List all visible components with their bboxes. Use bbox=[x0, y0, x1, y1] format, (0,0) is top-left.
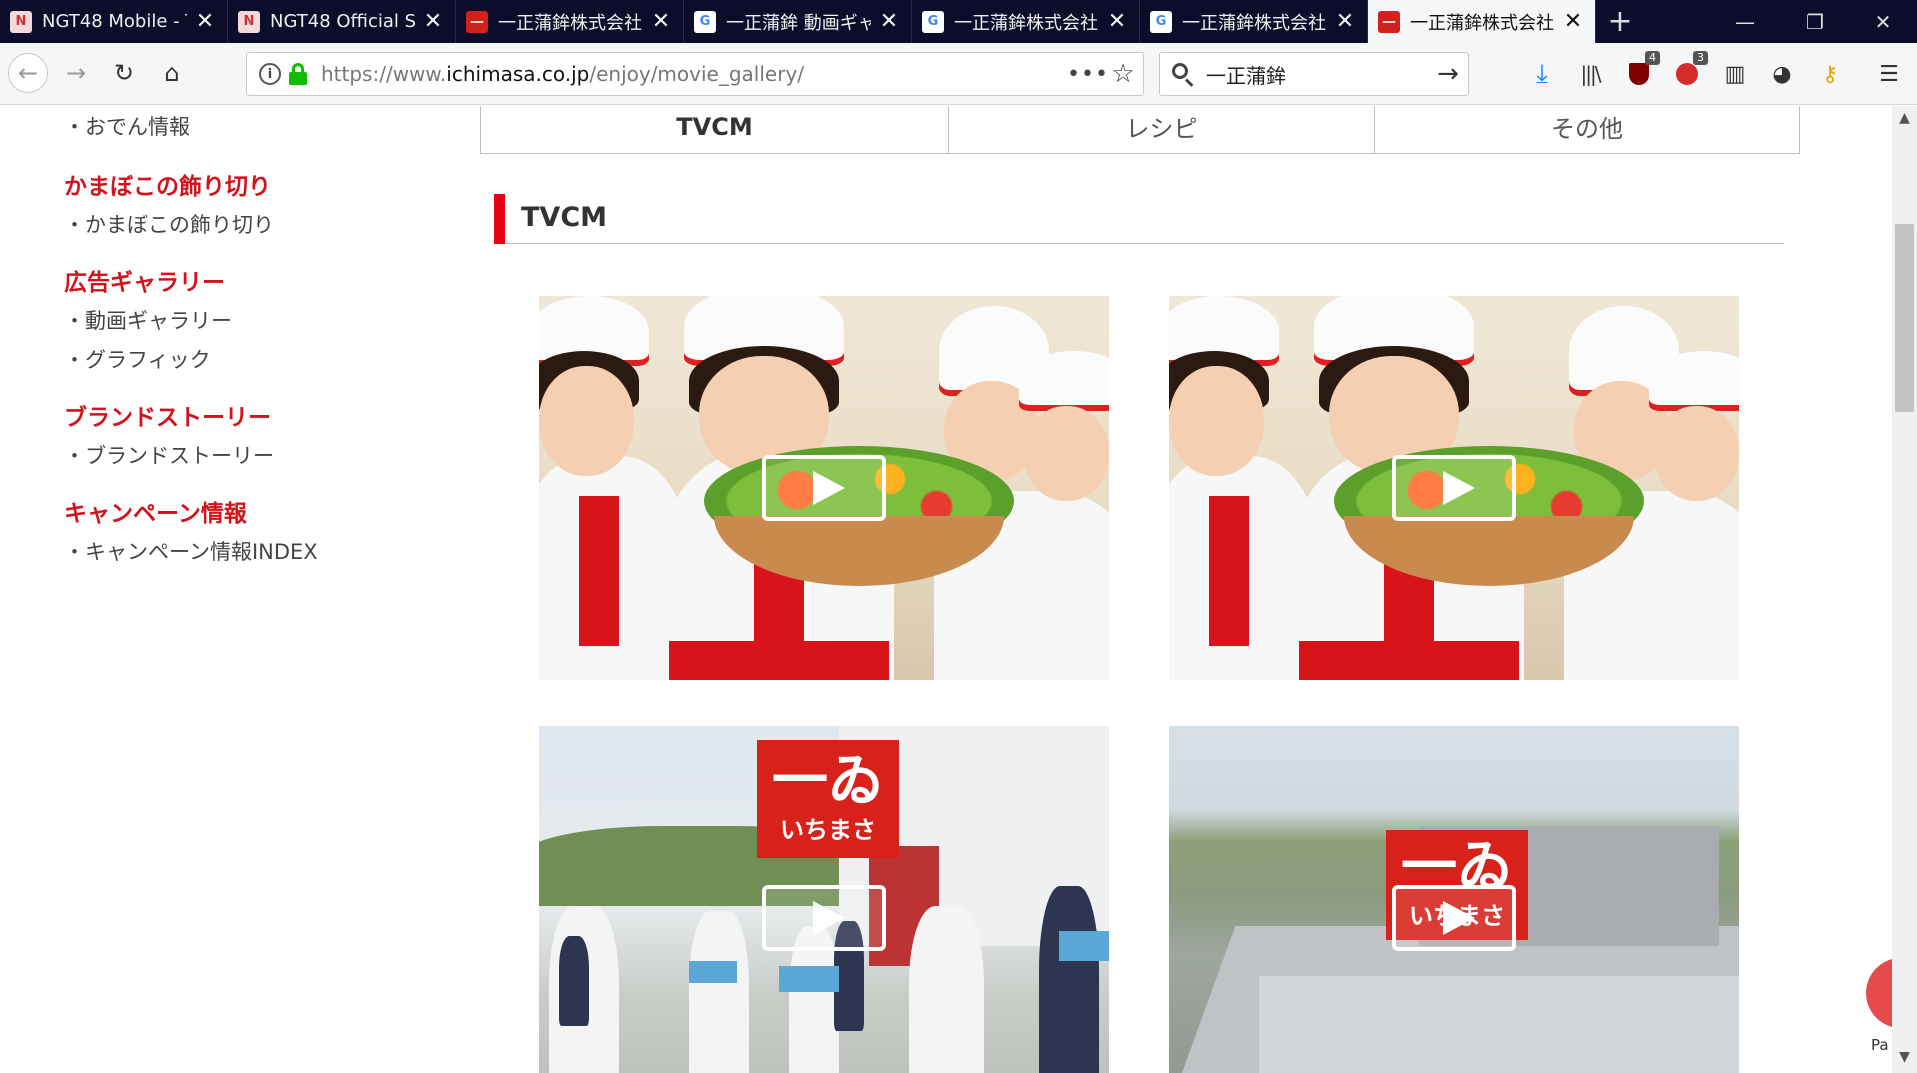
tab-tvcm[interactable]: TVCM bbox=[481, 106, 949, 153]
restore-icon[interactable]: ❐ bbox=[1780, 0, 1850, 43]
close-tab-icon[interactable]: ✕ bbox=[421, 9, 445, 34]
ichimasa-favicon-icon: 一 bbox=[1378, 10, 1400, 33]
adblock-badge: 3 bbox=[1693, 51, 1708, 65]
url-host: ichimasa.co.jp bbox=[446, 62, 590, 86]
browser-tab-4[interactable]: G 一正蒲鉾 動画ギャ ✕ bbox=[684, 0, 912, 43]
logo-text: いちまさ bbox=[780, 815, 876, 844]
scroll-up-arrow-icon[interactable]: ▲ bbox=[1892, 110, 1917, 130]
search-icon bbox=[1170, 61, 1196, 87]
close-tab-icon[interactable]: ✕ bbox=[1333, 9, 1357, 34]
tab-strip: N NGT48 Mobile - T ✕ N NGT48 Official Si… bbox=[0, 0, 1917, 43]
downloads-icon[interactable]: ⤓ bbox=[1525, 57, 1559, 91]
lock-icon bbox=[289, 63, 307, 85]
ublock-badge: 4 bbox=[1645, 51, 1660, 65]
close-tab-icon[interactable]: ✕ bbox=[877, 9, 901, 34]
reload-icon[interactable]: ↻ bbox=[104, 53, 144, 93]
close-tab-icon[interactable]: ✕ bbox=[1561, 9, 1585, 34]
play-icon[interactable] bbox=[762, 885, 886, 951]
sidebar-link-kazarigiri[interactable]: かまぼこの飾り切り bbox=[64, 209, 274, 239]
video-thumbnail-3[interactable]: 一ゐ いちまさ bbox=[539, 726, 1109, 1073]
sidebar-heading-campaign[interactable]: キャンペーン情報 bbox=[64, 494, 247, 528]
category-tabs: TVCM レシピ その他 bbox=[480, 106, 1800, 154]
url-text[interactable]: https://www.ichimasa.co.jp/enjoy/movie_g… bbox=[321, 62, 1067, 86]
google-favicon-icon: G bbox=[1150, 10, 1172, 33]
sidebar-link-campaign-index[interactable]: キャンペーン情報INDEX bbox=[64, 536, 318, 566]
ublock-icon[interactable]: 4 bbox=[1622, 51, 1660, 91]
close-tab-icon[interactable]: ✕ bbox=[193, 9, 217, 34]
sidebar-link-oden[interactable]: おでん情報 bbox=[64, 111, 190, 141]
close-tab-icon[interactable]: ✕ bbox=[1105, 9, 1129, 34]
page-scrollbar[interactable]: ▲ ▼ bbox=[1892, 106, 1917, 1073]
scroll-down-arrow-icon[interactable]: ▼ bbox=[1892, 1049, 1917, 1069]
section-heading: TVCM bbox=[494, 194, 1784, 244]
play-icon[interactable] bbox=[762, 455, 886, 521]
play-icon[interactable] bbox=[1392, 885, 1516, 951]
tab-title: NGT48 Official Si bbox=[270, 11, 415, 32]
key-extension-icon[interactable]: ⚷ bbox=[1813, 57, 1847, 91]
browser-tab-5[interactable]: G 一正蒲鉾株式会社 ✕ bbox=[912, 0, 1140, 43]
ichimasa-logo: 一ゐ いちまさ bbox=[757, 740, 899, 858]
forward-arrow-icon[interactable]: → bbox=[56, 53, 96, 93]
scrollbar-thumb[interactable] bbox=[1895, 224, 1914, 412]
sidebar-link-brand-story[interactable]: ブランドストーリー bbox=[64, 440, 274, 470]
adblock-icon[interactable]: 3 bbox=[1670, 51, 1708, 91]
sidebar-heading-brand-story[interactable]: ブランドストーリー bbox=[64, 398, 271, 432]
tab-title: 一正蒲鉾株式会社 bbox=[1410, 12, 1554, 34]
back-arrow-icon[interactable]: ← bbox=[8, 53, 48, 93]
search-query[interactable]: 一正蒲鉾 bbox=[1206, 60, 1428, 89]
extension-icon[interactable]: ◕ bbox=[1765, 57, 1799, 91]
tab-title: 一正蒲鉾株式会社 bbox=[1182, 12, 1326, 34]
info-icon[interactable]: i bbox=[259, 63, 281, 85]
page-viewport: おでん情報 かまぼこの飾り切り かまぼこの飾り切り 広告ギャラリー 動画ギャラリ… bbox=[0, 106, 1892, 1073]
library-icon[interactable]: |||\ bbox=[1573, 57, 1607, 91]
search-bar[interactable]: 一正蒲鉾 → bbox=[1159, 52, 1469, 96]
sidebar-heading-kazarigiri[interactable]: かまぼこの飾り切り bbox=[64, 167, 271, 201]
browser-tab-3[interactable]: 一 一正蒲鉾株式会社 ✕ bbox=[456, 0, 684, 43]
tab-title: 一正蒲鉾 動画ギャ bbox=[726, 12, 871, 34]
url-bar[interactable]: i https://www.ichimasa.co.jp/enjoy/movie… bbox=[246, 52, 1144, 96]
close-tab-icon[interactable]: ✕ bbox=[649, 9, 673, 34]
google-favicon-icon: G bbox=[922, 10, 944, 33]
minimize-icon[interactable]: — bbox=[1710, 0, 1780, 43]
window-close-icon[interactable]: ✕ bbox=[1848, 0, 1917, 43]
sidebar-link-movie-gallery[interactable]: 動画ギャラリー bbox=[64, 305, 232, 335]
video-thumbnail-4[interactable]: 一ゐ いちまさ bbox=[1169, 726, 1739, 1073]
tab-title: NGT48 Mobile - T bbox=[42, 11, 187, 32]
url-path: /enjoy/movie_gallery/ bbox=[589, 62, 805, 86]
page-actions-icon[interactable]: ••• bbox=[1067, 62, 1108, 87]
bookmark-star-icon[interactable]: ☆ bbox=[1103, 59, 1143, 89]
page-top-button[interactable] bbox=[1866, 958, 1892, 1028]
tab-recipe[interactable]: レシピ bbox=[949, 106, 1375, 153]
browser-tab-2[interactable]: N NGT48 Official Si ✕ bbox=[228, 0, 456, 43]
section-title: TVCM bbox=[521, 202, 607, 233]
tab-other[interactable]: その他 bbox=[1375, 106, 1799, 153]
play-icon[interactable] bbox=[1392, 455, 1516, 521]
new-tab-icon[interactable]: + bbox=[1596, 0, 1644, 43]
ichimasa-favicon-icon: 一 bbox=[466, 10, 488, 33]
browser-tab-1[interactable]: N NGT48 Mobile - T ✕ bbox=[0, 0, 228, 43]
page-top-label: Pa bbox=[1871, 1036, 1889, 1054]
video-thumbnail-1[interactable] bbox=[539, 296, 1109, 680]
heading-accent-bar bbox=[494, 194, 505, 244]
url-prefix: https://www. bbox=[321, 62, 447, 86]
sidebar-link-graphic[interactable]: グラフィック bbox=[64, 344, 211, 374]
tab-title: 一正蒲鉾株式会社 bbox=[498, 12, 642, 34]
tab-title: 一正蒲鉾株式会社 bbox=[954, 12, 1098, 34]
browser-tab-active[interactable]: 一 一正蒲鉾株式会社 ✕ bbox=[1368, 0, 1596, 43]
google-favicon-icon: G bbox=[694, 10, 716, 33]
home-icon[interactable]: ⌂ bbox=[152, 53, 192, 93]
browser-tab-6[interactable]: G 一正蒲鉾株式会社 ✕ bbox=[1140, 0, 1368, 43]
search-go-arrow-icon[interactable]: → bbox=[1428, 59, 1468, 89]
ngt48-favicon-icon: N bbox=[238, 10, 260, 33]
menu-icon[interactable]: ☰ bbox=[1872, 57, 1906, 91]
sidebar-toggle-icon[interactable]: ▥ bbox=[1718, 57, 1752, 91]
sidebar-heading-ad-gallery[interactable]: 広告ギャラリー bbox=[64, 263, 225, 297]
video-thumbnail-2[interactable] bbox=[1169, 296, 1739, 680]
nav-toolbar: ← → ↻ ⌂ i https://www.ichimasa.co.jp/enj… bbox=[0, 43, 1917, 105]
ngt48-favicon-icon: N bbox=[10, 10, 32, 33]
